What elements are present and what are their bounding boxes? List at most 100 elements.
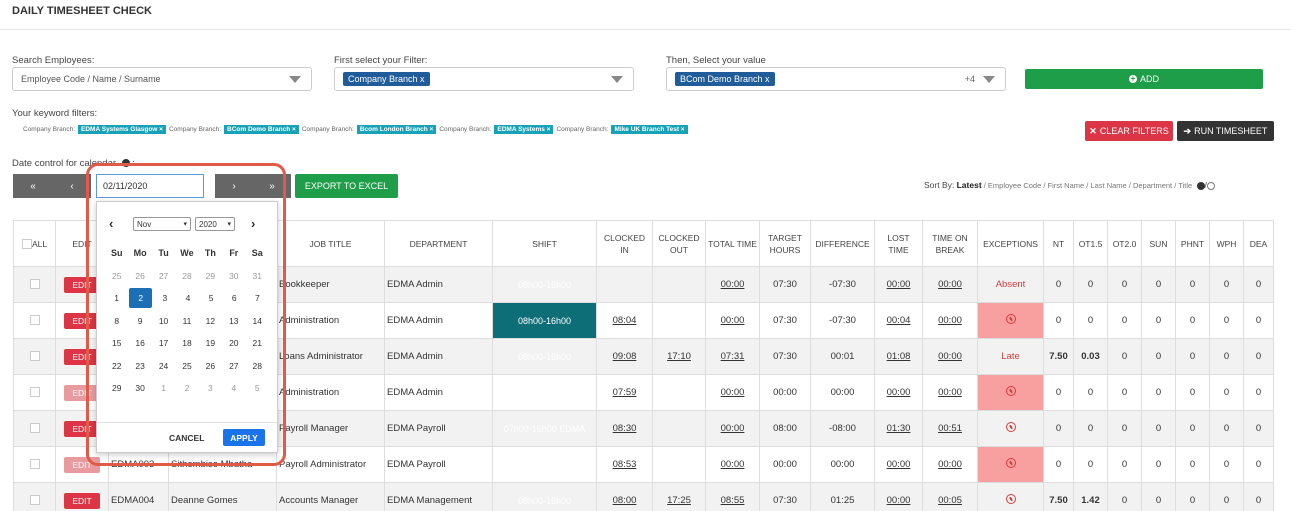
- cell-cin[interactable]: 07:59: [596, 374, 653, 411]
- cell-lost[interactable]: 01:30: [874, 410, 923, 447]
- column-header[interactable]: SHIFT: [492, 220, 597, 267]
- first-date-button[interactable]: «: [13, 174, 53, 198]
- cell-total[interactable]: 00:00: [705, 302, 760, 339]
- cell-lost[interactable]: 00:00: [874, 266, 923, 303]
- cell-cout[interactable]: [652, 302, 706, 339]
- cell-brk[interactable]: 00:51: [922, 410, 978, 447]
- cell-brk[interactable]: 00:00: [922, 374, 978, 411]
- export-excel-button[interactable]: EXPORT TO EXCEL: [295, 174, 398, 198]
- cell-value: 0: [1155, 279, 1162, 290]
- cell-cout[interactable]: [652, 410, 706, 447]
- cell-total[interactable]: 00:00: [705, 446, 760, 483]
- cell-exc: [977, 410, 1044, 447]
- row-checkbox[interactable]: [29, 459, 40, 470]
- filter-select[interactable]: Company Branch x: [334, 67, 634, 91]
- cell-total[interactable]: 00:00: [705, 374, 760, 411]
- value-select[interactable]: BCom Demo Branch x +4: [666, 67, 1006, 91]
- row-checkbox[interactable]: [29, 495, 40, 506]
- sort-options[interactable]: / Employee Code / First Name / Last Name…: [982, 181, 1192, 190]
- cell-job: Administration: [276, 374, 385, 411]
- cell-cout[interactable]: [652, 374, 706, 411]
- column-header[interactable]: NT: [1043, 220, 1074, 267]
- cell-cout[interactable]: [652, 446, 706, 483]
- cell-value: 0: [1255, 387, 1262, 398]
- cell-lost[interactable]: 00:00: [874, 374, 923, 411]
- column-header[interactable]: LOST TIME: [874, 220, 923, 267]
- sort-active[interactable]: Latest: [957, 180, 982, 190]
- warning-icon: [1005, 458, 1016, 468]
- column-header[interactable]: SUN: [1141, 220, 1176, 267]
- row-checkbox[interactable]: [29, 279, 40, 290]
- cell-ot15: 0.03: [1073, 338, 1108, 375]
- cell-brk[interactable]: 00:00: [922, 446, 978, 483]
- column-header[interactable]: PHNT: [1175, 220, 1210, 267]
- keyword-filter-tag[interactable]: Mike UK Branch Test ×: [611, 125, 688, 134]
- column-header[interactable]: DIFFERENCE: [810, 220, 875, 267]
- add-button[interactable]: + ADD: [1025, 69, 1263, 89]
- cell-brk[interactable]: 00:00: [922, 266, 978, 303]
- filter-tag[interactable]: Company Branch x: [343, 72, 430, 86]
- cell-cin[interactable]: 08:04: [596, 302, 653, 339]
- cell-total[interactable]: 07:31: [705, 338, 760, 375]
- run-timesheet-button[interactable]: ➔ RUN TIMESHEET: [1177, 121, 1274, 141]
- column-header[interactable]: OT2.0: [1107, 220, 1142, 267]
- cell-cout[interactable]: 17:10: [652, 338, 706, 375]
- column-header[interactable]: CLOCKED IN: [596, 220, 653, 267]
- cell-value: 0: [1055, 387, 1062, 398]
- keyword-filter-prefix: Company Branch:: [439, 126, 492, 133]
- cell-total[interactable]: 00:00: [705, 266, 760, 303]
- cell-cin[interactable]: [596, 266, 653, 303]
- cell-brk[interactable]: 00:05: [922, 482, 978, 511]
- cell-diff: 00:01: [810, 338, 875, 375]
- clear-filters-button[interactable]: ✕ CLEAR FILTERS: [1085, 121, 1173, 141]
- cell-value: 0.03: [1081, 351, 1100, 362]
- row-checkbox[interactable]: [29, 423, 40, 434]
- keyword-filter-tag[interactable]: EDMA Systems Glasgow ×: [78, 125, 166, 134]
- column-header[interactable]: TOTAL TIME: [705, 220, 760, 267]
- row-checkbox[interactable]: [29, 315, 40, 326]
- column-header-label: OT1.5: [1078, 238, 1103, 249]
- row-checkbox[interactable]: [29, 351, 40, 362]
- column-header[interactable]: DEPARTMENT: [384, 220, 493, 267]
- cell-cin[interactable]: 08:00: [596, 482, 653, 511]
- keyword-filter-tag[interactable]: EDMA Systems ×: [494, 125, 554, 134]
- column-header[interactable]: OT1.5: [1073, 220, 1108, 267]
- keyword-filter-tag[interactable]: BCom Demo Branch ×: [224, 125, 299, 134]
- search-employees-select[interactable]: Employee Code / Name / Surname: [12, 67, 312, 91]
- cell-ot20: 0: [1107, 410, 1142, 447]
- cell-total[interactable]: 08:55: [705, 482, 760, 511]
- cell-cin[interactable]: 08:53: [596, 446, 653, 483]
- edit-button[interactable]: EDIT: [64, 492, 100, 509]
- column-header[interactable]: CLOCKED OUT: [652, 220, 706, 267]
- sort-up-icon[interactable]: [1196, 181, 1205, 190]
- sort-down-icon[interactable]: [1206, 181, 1215, 190]
- cell-value: EDMA004: [111, 495, 155, 506]
- cell-diff: -08:00: [810, 410, 875, 447]
- select-all-checkbox[interactable]: [21, 239, 32, 250]
- cell-lost[interactable]: 01:08: [874, 338, 923, 375]
- cell-cout[interactable]: 17:25: [652, 482, 706, 511]
- cell-value: 07:59: [612, 387, 637, 398]
- cell-cin[interactable]: 09:08: [596, 338, 653, 375]
- cell-lost[interactable]: 00:00: [874, 482, 923, 511]
- cell-cout[interactable]: [652, 266, 706, 303]
- cell-total[interactable]: 00:00: [705, 410, 760, 447]
- keyword-filter-tag[interactable]: Bcom London Branch ×: [356, 125, 437, 134]
- column-header[interactable]: TARGET HOURS: [759, 220, 811, 267]
- column-header[interactable]: DEA: [1243, 220, 1274, 267]
- row-checkbox[interactable]: [29, 387, 40, 398]
- column-header[interactable]: ALL: [13, 220, 56, 267]
- cell-brk[interactable]: 00:00: [922, 302, 978, 339]
- row-select-cell: [13, 374, 56, 411]
- cell-lost[interactable]: 00:04: [874, 302, 923, 339]
- cell-cin[interactable]: 08:30: [596, 410, 653, 447]
- column-header[interactable]: WPH: [1209, 220, 1244, 267]
- column-header[interactable]: EXCEPTIONS: [977, 220, 1044, 267]
- cell-value: 0: [1223, 495, 1230, 506]
- column-header[interactable]: JOB TITLE: [276, 220, 385, 267]
- keyword-filter-item: Company Branch: Bcom London Branch ×: [302, 125, 440, 134]
- cell-brk[interactable]: 00:00: [922, 338, 978, 375]
- value-tag[interactable]: BCom Demo Branch x: [675, 72, 775, 86]
- cell-lost[interactable]: 00:00: [874, 446, 923, 483]
- column-header[interactable]: TIME ON BREAK: [922, 220, 978, 267]
